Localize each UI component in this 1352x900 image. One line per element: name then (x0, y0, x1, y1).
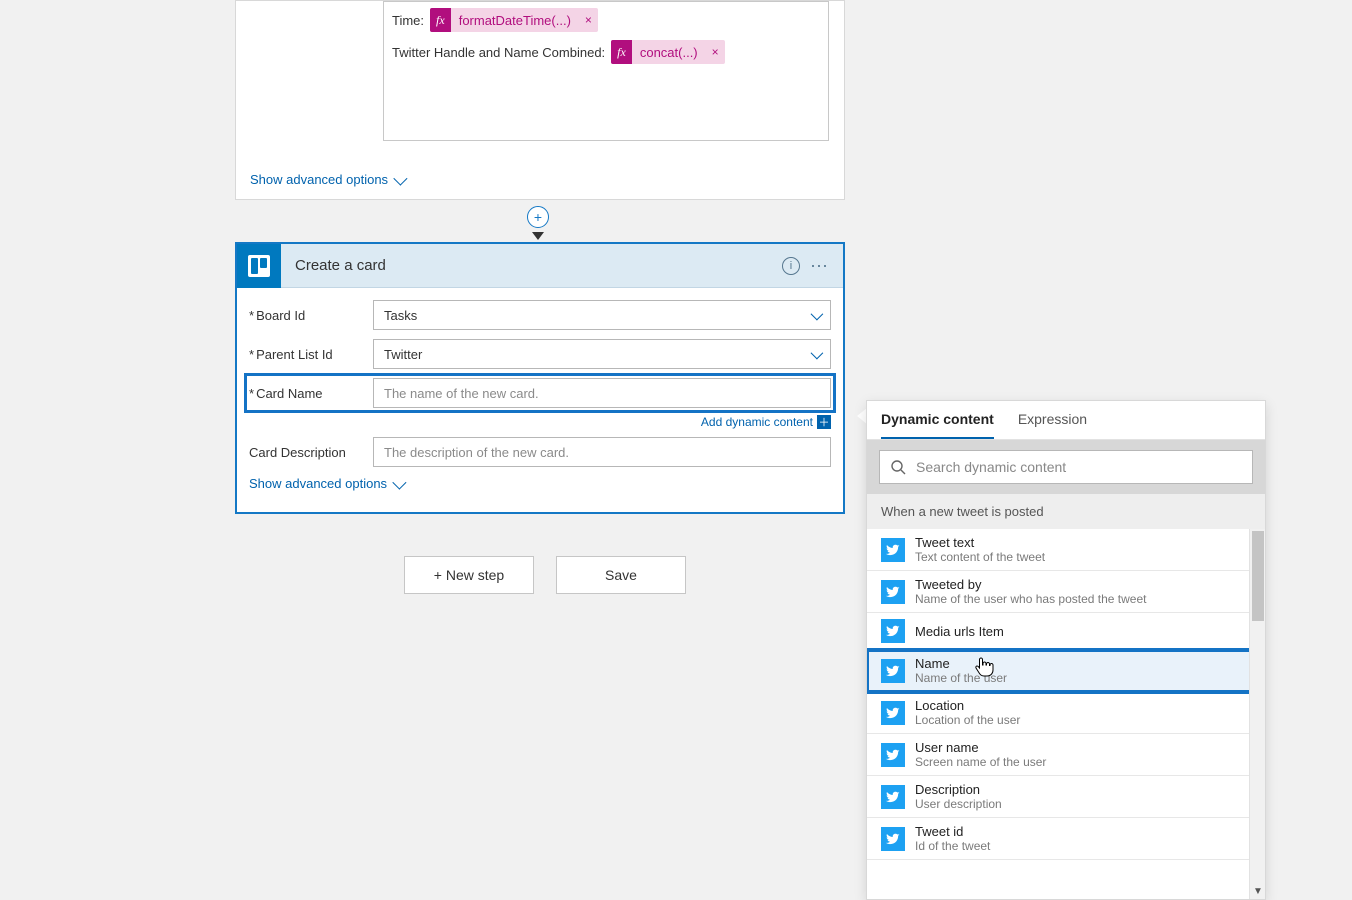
dyn-item-name: User name (915, 740, 1046, 755)
combined-label: Twitter Handle and Name Combined: (392, 45, 605, 60)
compose-row-combined: Twitter Handle and Name Combined: fx con… (392, 40, 820, 64)
parent-list-value: Twitter (384, 347, 422, 362)
info-button[interactable]: i (777, 252, 805, 280)
dyn-item-description[interactable]: Description User description (867, 776, 1265, 818)
remove-token-icon[interactable]: × (706, 45, 725, 59)
twitter-icon (881, 580, 905, 604)
dyn-list: Tweet text Text content of the tweet Twe… (867, 529, 1265, 899)
dyn-item-media-urls[interactable]: Media urls Item (867, 613, 1265, 650)
action-header[interactable]: Create a card i ··· (237, 244, 843, 288)
tab-dynamic-content[interactable]: Dynamic content (881, 411, 994, 439)
scrollbar-thumb[interactable] (1252, 531, 1264, 621)
add-step-button[interactable]: + (527, 206, 549, 228)
chevron-down-icon (393, 171, 407, 185)
dyn-item-name: Media urls Item (915, 624, 1004, 639)
twitter-icon (881, 785, 905, 809)
compose-card: Time: fx formatDateTime(...) × Twitter H… (235, 0, 845, 200)
twitter-icon (881, 701, 905, 725)
trello-icon (237, 244, 281, 288)
step-connector: + (537, 200, 539, 242)
action-body: Board Id Tasks Parent List Id Twitter Ca… (237, 288, 843, 491)
more-button[interactable]: ··· (805, 252, 833, 280)
dyn-item-tweeted-by[interactable]: Tweeted by Name of the user who has post… (867, 571, 1265, 613)
show-advanced-label: Show advanced options (250, 172, 388, 187)
dyn-section-title: When a new tweet is posted (867, 494, 1265, 529)
remove-token-icon[interactable]: × (579, 13, 598, 27)
row-card-name: Card Name The name of the new card. (249, 378, 831, 408)
show-advanced-link[interactable]: Show advanced options (250, 172, 404, 187)
fx-text: formatDateTime(...) (451, 13, 579, 28)
show-advanced-link[interactable]: Show advanced options (249, 476, 831, 491)
chevron-down-icon (811, 347, 820, 362)
search-icon (890, 459, 906, 475)
chevron-down-icon (811, 308, 820, 323)
add-dynamic-content-link[interactable]: Add dynamic content ＋ (249, 415, 831, 429)
scrollbar[interactable]: ▼ (1249, 529, 1265, 899)
dyn-item-desc: Location of the user (915, 713, 1020, 727)
dyn-item-location[interactable]: Location Location of the user (867, 692, 1265, 734)
time-label: Time: (392, 13, 424, 28)
row-card-description: Card Description The description of the … (249, 437, 831, 467)
dyn-item-name: Tweeted by (915, 577, 1146, 592)
add-dynamic-label: Add dynamic content (701, 415, 813, 429)
dyn-item-desc: Name of the user who has posted the twee… (915, 592, 1146, 606)
dyn-item-desc: Screen name of the user (915, 755, 1046, 769)
chevron-down-icon (392, 475, 406, 489)
dyn-item-name: Location (915, 698, 1020, 713)
button-row: + New step Save (404, 556, 686, 594)
fx-icon: fx (611, 40, 632, 64)
twitter-icon (881, 538, 905, 562)
card-name-label: Card Name (249, 386, 373, 401)
dyn-item-desc: Name of the user (915, 671, 1007, 685)
info-icon: i (782, 257, 800, 275)
tab-expression[interactable]: Expression (1018, 411, 1087, 439)
dyn-search[interactable] (879, 450, 1253, 484)
card-description-label: Card Description (249, 445, 373, 460)
dyn-item-name: Tweet id (915, 824, 990, 839)
compose-row-time: Time: fx formatDateTime(...) × (392, 8, 820, 32)
dyn-item-tweet-id[interactable]: Tweet id Id of the tweet (867, 818, 1265, 860)
dyn-search-input[interactable] (916, 459, 1242, 475)
dyn-item-name: Description (915, 782, 1002, 797)
card-description-input[interactable]: The description of the new card. (373, 437, 831, 467)
twitter-icon (881, 659, 905, 683)
dyn-item-tweet-text[interactable]: Tweet text Text content of the tweet (867, 529, 1265, 571)
card-name-input[interactable]: The name of the new card. (373, 378, 831, 408)
twitter-icon (881, 743, 905, 767)
dyn-item-desc: Id of the tweet (915, 839, 990, 853)
fx-icon: fx (430, 8, 451, 32)
dyn-item-user-name[interactable]: User name Screen name of the user (867, 734, 1265, 776)
dyn-item-name-label: Name (915, 656, 1007, 671)
twitter-icon (881, 619, 905, 643)
dyn-item-name[interactable]: Name Name of the user (867, 650, 1265, 692)
fx-token-formatdatetime[interactable]: fx formatDateTime(...) × (430, 8, 598, 32)
fx-text: concat(...) (632, 45, 706, 60)
plus-icon: ＋ (817, 415, 831, 429)
board-id-select[interactable]: Tasks (373, 300, 831, 330)
twitter-icon (881, 827, 905, 851)
board-id-label: Board Id (249, 308, 373, 323)
row-parent-list: Parent List Id Twitter (249, 339, 831, 369)
dyn-item-desc: User description (915, 797, 1002, 811)
row-board-id: Board Id Tasks (249, 300, 831, 330)
card-name-focus: Card Name The name of the new card. (244, 373, 836, 413)
create-card-action: Create a card i ··· Board Id Tasks Paren… (235, 242, 845, 514)
dyn-item-name: Tweet text (915, 535, 1045, 550)
ellipsis-icon: ··· (810, 255, 828, 276)
dyn-search-wrap (867, 440, 1265, 494)
parent-list-select[interactable]: Twitter (373, 339, 831, 369)
parent-list-label: Parent List Id (249, 347, 373, 362)
dynamic-content-panel: Dynamic content Expression When a new tw… (866, 400, 1266, 900)
fx-token-concat[interactable]: fx concat(...) × (611, 40, 724, 64)
show-advanced-label: Show advanced options (249, 476, 387, 491)
board-id-value: Tasks (384, 308, 417, 323)
compose-body[interactable]: Time: fx formatDateTime(...) × Twitter H… (383, 1, 829, 141)
new-step-button[interactable]: + New step (404, 556, 534, 594)
dyn-item-desc: Text content of the tweet (915, 550, 1045, 564)
action-title: Create a card (295, 257, 777, 274)
dyn-tabs: Dynamic content Expression (867, 401, 1265, 440)
arrow-down-icon (532, 232, 544, 240)
save-button[interactable]: Save (556, 556, 686, 594)
scroll-down-icon[interactable]: ▼ (1253, 886, 1263, 897)
